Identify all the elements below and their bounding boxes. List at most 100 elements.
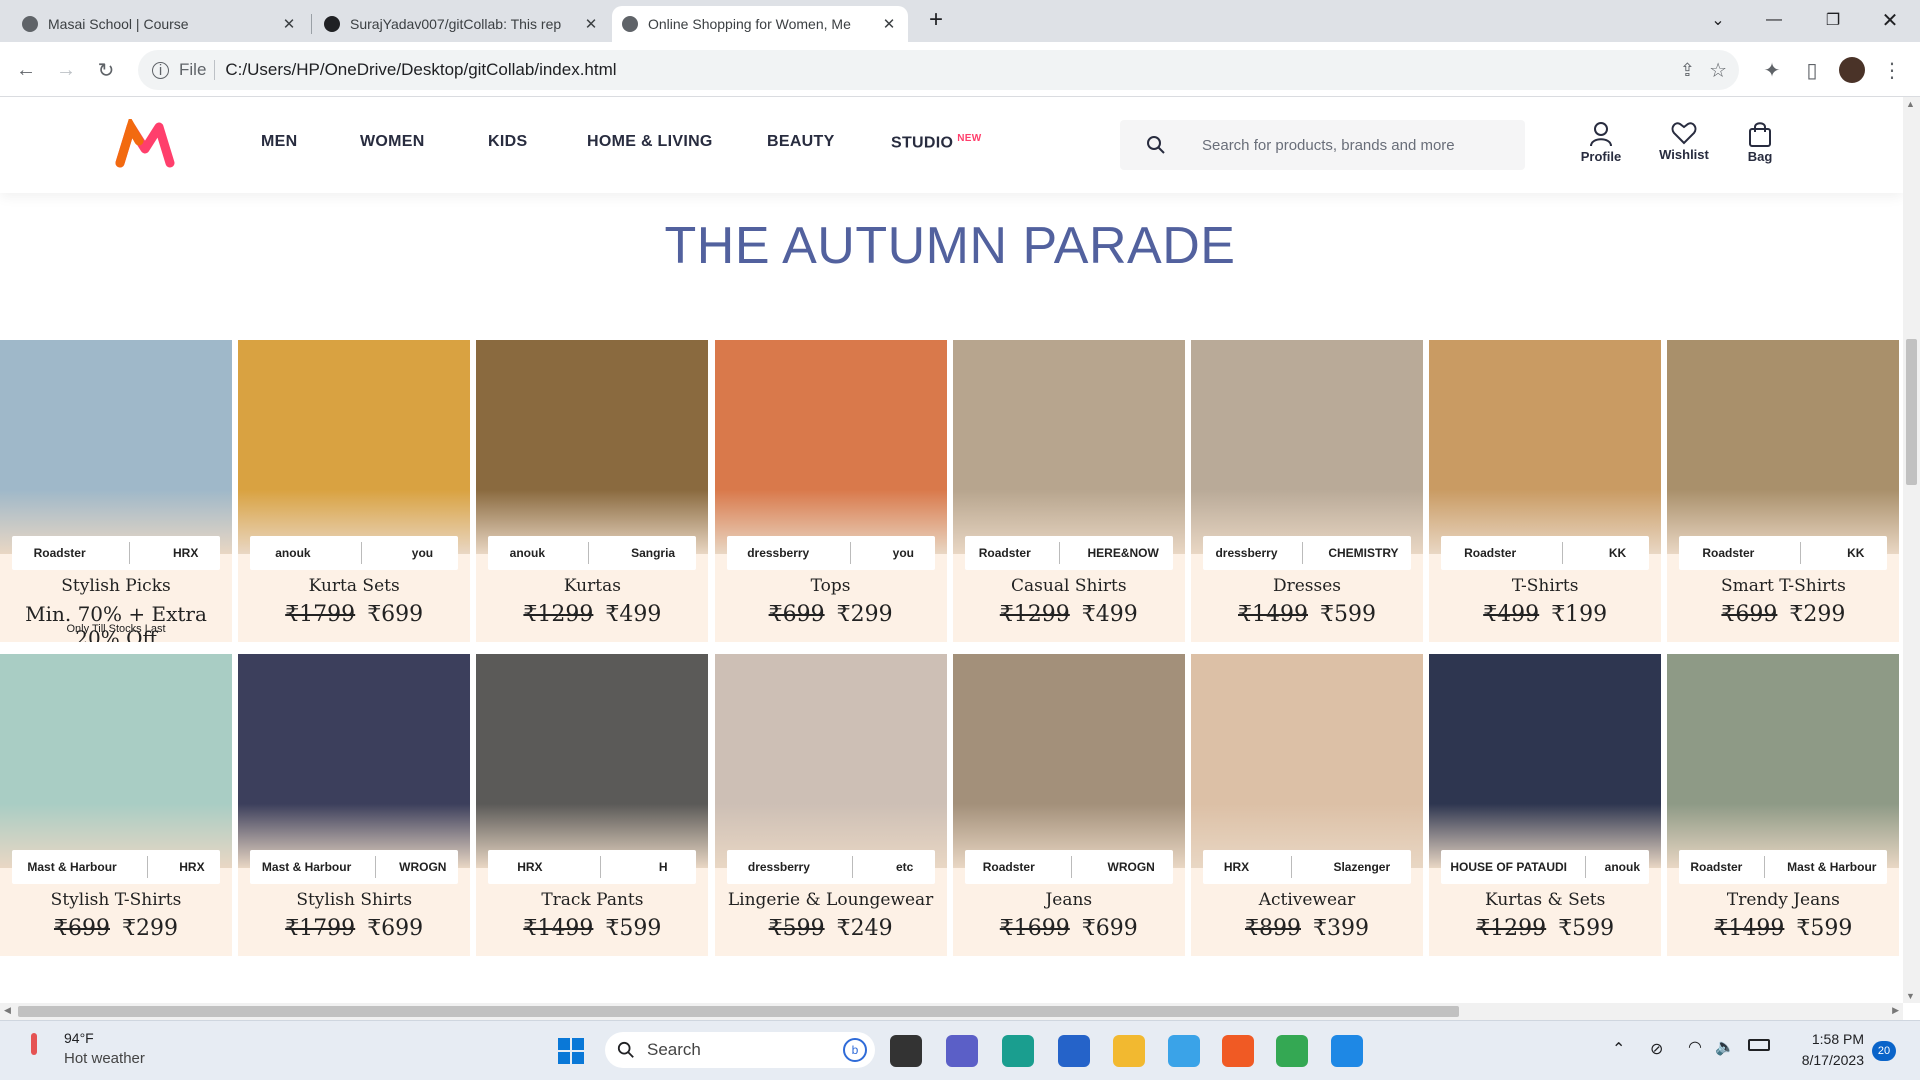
brave-browser-icon[interactable] xyxy=(1222,1035,1254,1067)
tray-chevron-up-icon[interactable]: ⌃ xyxy=(1612,1039,1625,1059)
avatar[interactable] xyxy=(1836,54,1868,86)
bag-icon xyxy=(1749,122,1771,147)
nav-men[interactable]: MEN xyxy=(261,133,297,151)
network-off-icon[interactable]: ⊘ xyxy=(1650,1039,1663,1059)
weather-app-icon[interactable] xyxy=(1168,1035,1200,1067)
category-card[interactable]: dressberry etc Lingerie & Loungewear ₹599 ₹2… xyxy=(714,654,947,956)
share-icon[interactable]: ⇪ xyxy=(1680,60,1695,81)
address-bar[interactable]: i File C:/Users/HP/OneDrive/Desktop/gitC… xyxy=(138,50,1739,90)
info-icon[interactable]: i xyxy=(152,61,169,79)
weather-temp[interactable]: 94°F xyxy=(64,1030,94,1046)
back-icon[interactable]: ← xyxy=(10,54,42,86)
reload-icon[interactable]: ↻ xyxy=(90,54,122,86)
category-card[interactable]: Mast & Harbour WROGN Stylish Shirts ₹1799 ₹6… xyxy=(238,654,471,956)
brand-logos: Roadster HRX xyxy=(12,536,220,570)
windows-start-icon[interactable] xyxy=(555,1035,587,1067)
category-card[interactable]: Roadster WROGN Jeans ₹1699 ₹699 xyxy=(952,654,1185,956)
nav-studio-label: STUDIO xyxy=(891,134,954,152)
price-label: ₹899 ₹399 xyxy=(1191,916,1423,941)
nav-women[interactable]: WOMEN xyxy=(360,133,425,151)
brand-logo: you xyxy=(892,546,914,560)
nav-studio[interactable]: STUDIO NEW xyxy=(891,133,981,152)
search-input[interactable]: Search for products, brands and more xyxy=(1202,137,1455,154)
tab-github-repo[interactable]: SurajYadav007/gitCollab: This rep ✕ xyxy=(314,6,610,42)
globe-icon xyxy=(622,16,638,32)
scroll-up-icon[interactable]: ▲ xyxy=(1906,99,1915,109)
category-card[interactable]: HRX Slazenger Activewear ₹899 ₹399 xyxy=(1191,654,1423,956)
profile-icon xyxy=(1590,122,1612,147)
nav-home-living[interactable]: HOME & LIVING xyxy=(587,133,713,151)
category-card[interactable]: Roadster KK Smart T-Shirts ₹699 ₹299 xyxy=(1667,340,1900,642)
category-card[interactable]: Roadster HERE&NOW Casual Shirts ₹1299 ₹499 xyxy=(952,340,1185,642)
brand-logo: HRX xyxy=(1223,860,1250,874)
old-price: ₹499 xyxy=(1483,602,1540,627)
brand-logos: Roadster Mast & Harbour xyxy=(1679,850,1888,884)
teams-chat-icon[interactable] xyxy=(946,1035,978,1067)
edge-icon[interactable] xyxy=(1002,1035,1034,1067)
close-window-icon[interactable]: ✕ xyxy=(1872,5,1908,35)
new-tab-button[interactable]: + xyxy=(918,5,954,35)
wishlist-button[interactable]: Wishlist xyxy=(1649,121,1719,162)
category-card[interactable]: Mast & Harbour HRX Stylish T-Shirts ₹699 ₹29… xyxy=(0,654,232,956)
horizontal-scrollbar[interactable]: ◀ ▶ xyxy=(0,1003,1903,1020)
myntra-logo[interactable] xyxy=(115,115,175,169)
maximize-icon[interactable]: ❐ xyxy=(1815,5,1851,35)
close-tab-icon[interactable]: ✕ xyxy=(582,15,600,33)
category-card[interactable]: dressberry CHEMISTRY Dresses ₹1499 ₹599 xyxy=(1191,340,1423,642)
vscode-icon[interactable] xyxy=(1331,1035,1363,1067)
category-label: Stylish T-Shirts xyxy=(50,890,182,910)
bookmark-star-icon[interactable]: ☆ xyxy=(1709,58,1727,83)
notification-badge[interactable]: 20 xyxy=(1872,1041,1896,1061)
task-view-icon[interactable] xyxy=(890,1035,922,1067)
category-label: Lingerie & Loungewear xyxy=(727,890,934,910)
minimize-icon[interactable]: — xyxy=(1756,5,1792,35)
file-explorer-icon[interactable] xyxy=(1113,1035,1145,1067)
category-card[interactable]: dressberry you Tops ₹699 ₹299 xyxy=(714,340,947,642)
profile-button[interactable]: Profile xyxy=(1566,121,1636,164)
category-card[interactable]: anouk Sangria Kurtas ₹1299 ₹499 xyxy=(476,340,709,642)
category-card[interactable]: HRX H Track Pants ₹1499 ₹599 xyxy=(476,654,709,956)
price-label: ₹699 ₹299 xyxy=(0,916,232,941)
tab-title: Masai School | Course xyxy=(48,16,189,32)
battery-icon[interactable] xyxy=(1748,1039,1770,1051)
forward-icon[interactable]: → xyxy=(50,54,82,86)
vertical-scrollbar[interactable]: ▲ ▼ xyxy=(1903,97,1920,1003)
category-card[interactable]: Roadster HRX Stylish Picks Min. 70% + Extra… xyxy=(0,340,232,642)
category-card[interactable]: HOUSE OF PATAUDI anouk Kurtas & Sets ₹1299 ₹… xyxy=(1429,654,1662,956)
side-panel-icon[interactable]: ▯ xyxy=(1796,54,1828,86)
tab-masai-course[interactable]: Masai School | Course ✕ xyxy=(12,6,308,42)
clock-time[interactable]: 1:58 PM xyxy=(1784,1031,1864,1047)
scroll-right-icon[interactable]: ▶ xyxy=(1892,1005,1899,1016)
nav-kids[interactable]: KIDS xyxy=(488,133,527,151)
scroll-down-icon[interactable]: ▼ xyxy=(1906,991,1915,1001)
bag-button[interactable]: Bag xyxy=(1725,121,1795,164)
tab-online-shopping[interactable]: Online Shopping for Women, Me ✕ xyxy=(612,6,908,42)
close-tab-icon[interactable]: ✕ xyxy=(280,15,298,33)
category-card[interactable]: Roadster KK T-Shirts ₹499 ₹199 xyxy=(1429,340,1662,642)
volume-icon[interactable]: 🔈 xyxy=(1715,1037,1735,1057)
nav-beauty[interactable]: BEAUTY xyxy=(767,133,835,151)
product-image xyxy=(1667,340,1900,554)
category-label: Activewear xyxy=(1258,890,1356,910)
category-label: Stylish Shirts xyxy=(296,890,413,910)
close-tab-icon[interactable]: ✕ xyxy=(880,15,898,33)
brand-logo: WROGN xyxy=(1107,860,1155,874)
microsoft-store-icon[interactable] xyxy=(1058,1035,1090,1067)
weather-desc[interactable]: Hot weather xyxy=(64,1050,145,1067)
sale-price: ₹699 xyxy=(367,602,424,627)
clock-date[interactable]: 8/17/2023 xyxy=(1784,1052,1864,1068)
old-price: ₹699 xyxy=(768,602,825,627)
category-card[interactable]: anouk you Kurta Sets ₹1799 ₹699 xyxy=(238,340,471,642)
chrome-icon[interactable] xyxy=(1276,1035,1308,1067)
wifi-icon[interactable]: ◠ xyxy=(1688,1037,1702,1057)
tab-search-icon[interactable]: ⌄ xyxy=(1700,5,1736,35)
bing-icon[interactable]: b xyxy=(843,1038,867,1062)
extensions-icon[interactable]: ✦ xyxy=(1756,54,1788,86)
search-box[interactable]: Search for products, brands and more xyxy=(1120,120,1525,170)
taskbar-search[interactable]: Search b xyxy=(605,1032,875,1068)
scroll-left-icon[interactable]: ◀ xyxy=(4,1005,11,1016)
category-card[interactable]: Roadster Mast & Harbour Trendy Jeans ₹1499 ₹… xyxy=(1667,654,1900,956)
brand-logo: Roadster xyxy=(33,546,86,560)
menu-icon[interactable]: ⋮ xyxy=(1876,54,1908,86)
web-page: MEN WOMEN KIDS HOME & LIVING BEAUTY STUD… xyxy=(0,97,1903,1003)
